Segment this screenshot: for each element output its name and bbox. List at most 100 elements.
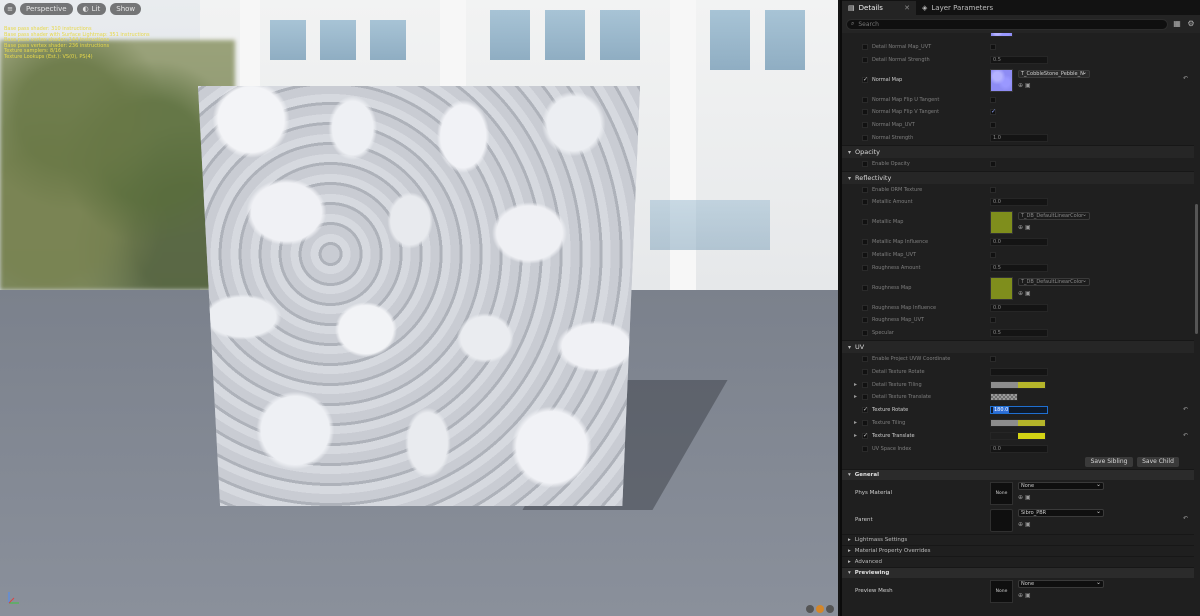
value-field[interactable]: 1.0 bbox=[990, 133, 1048, 142]
value-field[interactable]: 0.5 bbox=[990, 329, 1048, 338]
phys-material-dropdown[interactable]: None bbox=[1018, 481, 1104, 491]
gear-icon[interactable]: ⚙ bbox=[1186, 19, 1196, 29]
reset-icon[interactable]: ↶ bbox=[1183, 515, 1188, 522]
category-material-property-overrides[interactable]: ▸ Material Property Overrides bbox=[842, 545, 1194, 557]
chevron-right-icon[interactable]: ▸ bbox=[854, 432, 857, 439]
browse-icon[interactable]: ▣ bbox=[1025, 494, 1031, 501]
close-icon[interactable]: ✕ bbox=[904, 1, 910, 15]
override-checkbox[interactable] bbox=[862, 394, 868, 401]
viewport-menu-button[interactable]: ≡ bbox=[4, 3, 16, 15]
override-checkbox[interactable] bbox=[862, 186, 868, 193]
section-uv[interactable]: ▾ UV bbox=[842, 339, 1194, 353]
value-checkbox[interactable] bbox=[990, 96, 996, 103]
override-checkbox[interactable] bbox=[862, 419, 868, 426]
override-checkbox[interactable] bbox=[862, 109, 868, 116]
value-field[interactable]: 0.0 bbox=[990, 238, 1048, 247]
override-checkbox[interactable] bbox=[862, 199, 868, 206]
use-selected-icon[interactable]: ⊕ bbox=[1018, 224, 1023, 231]
override-checkbox[interactable] bbox=[862, 330, 868, 337]
phys-material-thumbnail[interactable]: None bbox=[990, 482, 1013, 506]
details-scrollbar[interactable] bbox=[1195, 34, 1199, 334]
override-checkbox[interactable] bbox=[862, 368, 868, 375]
browse-icon[interactable]: ▣ bbox=[1025, 82, 1031, 89]
roughness-map-thumbnail[interactable] bbox=[990, 276, 1013, 300]
override-checkbox[interactable] bbox=[862, 134, 868, 141]
override-checkbox[interactable] bbox=[862, 96, 868, 103]
value-field[interactable]: 0.0 bbox=[990, 198, 1048, 207]
use-selected-icon[interactable]: ⊕ bbox=[1018, 82, 1023, 89]
material-preview-viewport[interactable]: ≡ Perspective ◐ Lit Show Base pass shader… bbox=[0, 0, 838, 616]
metallic-map-thumbnail[interactable] bbox=[990, 211, 1013, 235]
detail-normal-thumbnail[interactable] bbox=[990, 33, 1013, 37]
texture-dropdown[interactable]: T_CobbleStone_Pebble_N bbox=[1018, 69, 1090, 78]
parent-dropdown[interactable]: Sibro_PBR bbox=[1018, 508, 1104, 518]
preview-shape-icon[interactable] bbox=[816, 605, 824, 613]
value-checkbox[interactable] bbox=[990, 186, 996, 193]
use-selected-icon[interactable]: ⊕ bbox=[1018, 290, 1023, 297]
texture-dropdown[interactable]: T_DB_DefaultLinearColor bbox=[1018, 212, 1090, 221]
category-lightmass-settings[interactable]: ▸ Lightmass Settings bbox=[842, 534, 1194, 546]
override-checkbox[interactable] bbox=[862, 264, 868, 271]
parent-material-thumbnail[interactable] bbox=[990, 509, 1013, 533]
reset-icon[interactable]: ↶ bbox=[1183, 432, 1188, 439]
value-checkbox[interactable] bbox=[990, 108, 996, 116]
color-swatch[interactable] bbox=[990, 393, 1018, 402]
use-selected-icon[interactable]: ⊕ bbox=[1018, 521, 1023, 528]
override-checkbox[interactable] bbox=[862, 406, 868, 414]
override-checkbox[interactable] bbox=[862, 284, 868, 291]
normal-map-thumbnail[interactable] bbox=[990, 68, 1013, 92]
override-checkbox[interactable] bbox=[862, 445, 868, 452]
override-checkbox[interactable] bbox=[862, 160, 868, 167]
browse-icon[interactable]: ▣ bbox=[1025, 592, 1031, 599]
use-selected-icon[interactable]: ⊕ bbox=[1018, 494, 1023, 501]
reset-icon[interactable]: ↶ bbox=[1183, 75, 1188, 82]
section-opacity[interactable]: ▾ Opacity bbox=[842, 144, 1194, 158]
override-checkbox[interactable] bbox=[862, 304, 868, 311]
perspective-button[interactable]: Perspective bbox=[20, 3, 73, 15]
override-checkbox[interactable] bbox=[862, 317, 868, 324]
scrollbar-thumb[interactable] bbox=[1195, 204, 1198, 334]
settings-icon[interactable] bbox=[826, 605, 834, 613]
override-checkbox[interactable] bbox=[862, 44, 868, 50]
value-checkbox[interactable] bbox=[990, 251, 996, 258]
value-field[interactable]: 0.0 bbox=[990, 444, 1048, 453]
tab-details[interactable]: ▤ Details ✕ bbox=[842, 1, 916, 15]
value-field[interactable]: 0.0 bbox=[990, 303, 1048, 312]
texture-rotate-input[interactable]: 180.0 bbox=[990, 406, 1048, 415]
value-checkbox[interactable] bbox=[990, 122, 996, 129]
override-checkbox[interactable] bbox=[862, 76, 868, 83]
override-checkbox[interactable] bbox=[862, 219, 868, 226]
color-swatch[interactable] bbox=[990, 431, 1046, 440]
texture-dropdown[interactable]: T_DB_DefaultLinearColor bbox=[1018, 277, 1090, 286]
show-button[interactable]: Show bbox=[110, 3, 142, 15]
preview-mesh-dropdown[interactable]: None bbox=[1018, 579, 1104, 589]
chevron-right-icon[interactable]: ▸ bbox=[854, 419, 857, 426]
save-child-button[interactable]: Save Child bbox=[1137, 457, 1179, 468]
value-field[interactable]: 0.5 bbox=[990, 263, 1048, 272]
chevron-right-icon[interactable]: ▸ bbox=[854, 381, 857, 388]
override-checkbox[interactable] bbox=[862, 355, 868, 362]
tab-layer-parameters[interactable]: ◈ Layer Parameters bbox=[916, 1, 1012, 15]
value-field[interactable] bbox=[990, 367, 1048, 376]
override-checkbox[interactable] bbox=[862, 239, 868, 246]
section-reflectivity[interactable]: ▾ Reflectivity bbox=[842, 170, 1194, 184]
category-general[interactable]: ▾ General bbox=[842, 469, 1194, 481]
value-checkbox[interactable] bbox=[990, 44, 996, 50]
reset-icon[interactable]: ↶ bbox=[1183, 406, 1188, 413]
value-checkbox[interactable] bbox=[990, 317, 996, 324]
browse-icon[interactable]: ▣ bbox=[1025, 521, 1031, 528]
lit-button[interactable]: ◐ Lit bbox=[76, 3, 107, 15]
category-advanced[interactable]: ▸ Advanced bbox=[842, 556, 1194, 568]
override-checkbox[interactable] bbox=[862, 432, 868, 439]
category-previewing[interactable]: ▾ Previewing bbox=[842, 567, 1194, 579]
override-checkbox[interactable] bbox=[862, 381, 868, 388]
override-checkbox[interactable] bbox=[862, 56, 868, 63]
override-checkbox[interactable] bbox=[862, 251, 868, 258]
color-swatch[interactable] bbox=[990, 418, 1046, 427]
preview-mesh-thumbnail[interactable]: None bbox=[990, 580, 1013, 604]
search-box[interactable]: ⌕ bbox=[846, 18, 1168, 30]
browse-icon[interactable]: ▣ bbox=[1025, 290, 1031, 297]
value-field[interactable]: 0.5 bbox=[990, 55, 1048, 64]
use-selected-icon[interactable]: ⊕ bbox=[1018, 592, 1023, 599]
value-checkbox[interactable] bbox=[990, 160, 996, 167]
